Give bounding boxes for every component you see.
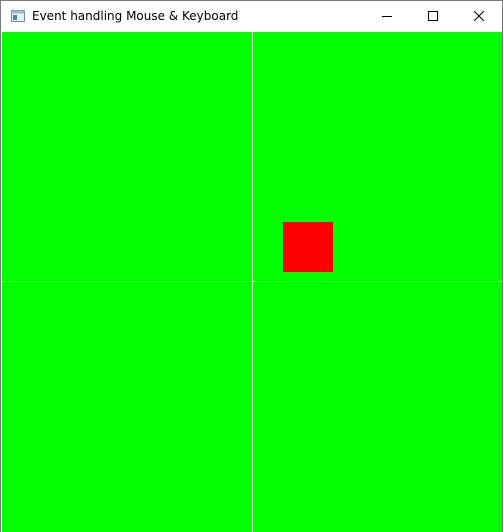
maximize-button[interactable]: [410, 1, 456, 31]
red-square[interactable]: [283, 222, 333, 272]
app-window: Event handling Mouse & Keyboard: [0, 0, 503, 532]
app-window-icon: [10, 8, 26, 24]
maximize-icon: [428, 11, 438, 21]
drawing-canvas[interactable]: [2, 32, 502, 532]
vertical-grid-line: [252, 32, 253, 532]
minimize-icon: [382, 16, 392, 17]
horizontal-grid-line: [2, 281, 502, 282]
window-controls: [364, 1, 502, 31]
close-icon: [474, 11, 484, 21]
close-button[interactable]: [456, 1, 502, 31]
title-bar[interactable]: Event handling Mouse & Keyboard: [1, 1, 502, 31]
window-title: Event handling Mouse & Keyboard: [32, 9, 239, 23]
minimize-button[interactable]: [364, 1, 410, 31]
